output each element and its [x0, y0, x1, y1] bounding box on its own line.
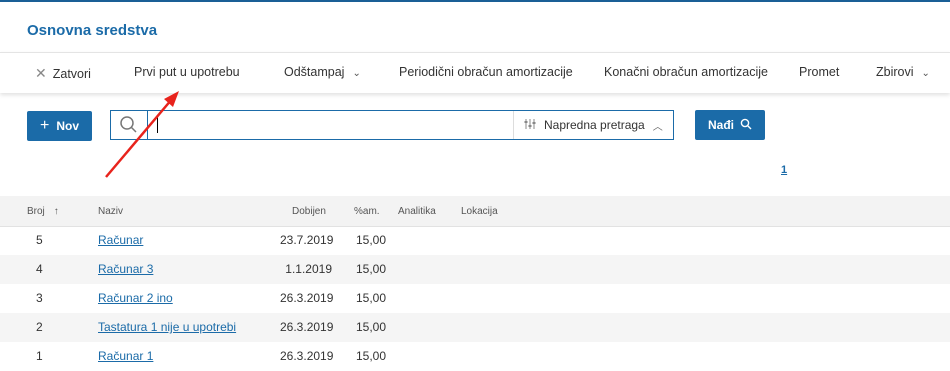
search-icon	[740, 118, 752, 133]
cell-broj: 1	[36, 349, 43, 363]
table-row[interactable]: 4 Računar 3 1.1.2019 15,00	[0, 255, 950, 284]
column-header-broj[interactable]: Broj ↑	[27, 206, 59, 217]
column-header-analitika[interactable]: Analitika	[398, 206, 436, 217]
cell-am: 15,00	[356, 262, 387, 276]
cell-dobijen: 23.7.2019	[280, 233, 334, 247]
column-header-lokacija[interactable]: Lokacija	[461, 206, 498, 217]
column-header-am[interactable]: %am.	[354, 206, 380, 217]
column-header-naziv[interactable]: Naziv	[98, 206, 123, 217]
table-row[interactable]: 5 Računar 23.7.2019 15,00	[0, 226, 950, 255]
cell-naziv-link[interactable]: Računar 3	[98, 262, 153, 276]
cell-dobijen: 26.3.2019	[280, 291, 334, 305]
periodic-amortization-button[interactable]: Periodični obračun amortizacije	[399, 65, 573, 79]
cell-broj: 4	[36, 262, 43, 276]
cell-dobijen: 26.3.2019	[280, 320, 334, 334]
pager-page-1[interactable]: 1	[781, 164, 787, 176]
print-button[interactable]: Odštampaj ⌄	[284, 65, 361, 79]
plus-icon: +	[39, 117, 50, 134]
chevron-down-icon: ⌄	[352, 68, 361, 79]
table-header: Broj ↑ Naziv Dobijen %am. Analitika Lokac…	[0, 196, 950, 227]
column-header-dobijen[interactable]: Dobijen	[292, 206, 326, 217]
search-icon[interactable]	[111, 111, 148, 139]
cell-broj: 3	[36, 291, 43, 305]
close-icon: ✕	[35, 65, 47, 81]
cell-am: 15,00	[356, 349, 387, 363]
top-accent-line	[0, 0, 950, 2]
cell-naziv-link[interactable]: Računar	[98, 233, 143, 247]
first-use-button[interactable]: Prvi put u upotrebu	[134, 65, 240, 79]
filter-sliders-icon	[524, 118, 536, 133]
cell-naziv-link[interactable]: Računar 1	[98, 349, 153, 363]
search-input[interactable]	[155, 116, 515, 134]
cell-dobijen: 26.3.2019	[280, 349, 334, 363]
table-row[interactable]: 1 Računar 1 26.3.2019 15,00	[0, 342, 950, 371]
find-button[interactable]: Nađi	[695, 110, 765, 140]
turnover-button[interactable]: Promet	[799, 65, 839, 79]
table-row[interactable]: 2 Tastatura 1 nije u upotrebi 26.3.2019 …	[0, 313, 950, 342]
new-button[interactable]: + Nov	[27, 111, 92, 141]
final-amortization-button[interactable]: Konačni obračun amortizacije	[604, 65, 768, 79]
sort-arrow-up-icon: ↑	[53, 206, 59, 217]
cell-broj: 2	[36, 320, 43, 334]
cell-naziv-link[interactable]: Računar 2 ino	[98, 291, 173, 305]
cell-broj: 5	[36, 233, 43, 247]
chevron-up-icon: ︿	[652, 121, 663, 133]
cell-naziv-link[interactable]: Tastatura 1 nije u upotrebi	[98, 320, 236, 334]
search-box: Napredna pretraga ︿	[110, 110, 674, 140]
toolbar: ✕ Zatvori Prvi put u upotrebu Odštampaj ⌄ …	[0, 52, 950, 93]
table-row[interactable]: 3 Računar 2 ino 26.3.2019 15,00	[0, 284, 950, 313]
page-title: Osnovna sredstva	[27, 22, 158, 39]
cell-am: 15,00	[356, 291, 387, 305]
text-caret	[157, 117, 158, 133]
cell-am: 15,00	[356, 233, 387, 247]
cell-am: 15,00	[356, 320, 387, 334]
close-button[interactable]: ✕ Zatvori	[35, 65, 91, 82]
chevron-down-icon: ⌄	[921, 68, 930, 79]
advanced-search-toggle[interactable]: Napredna pretraga ︿	[513, 111, 673, 139]
cell-dobijen: 1.1.2019	[285, 262, 332, 276]
totals-button[interactable]: Zbirovi ⌄	[876, 65, 930, 79]
